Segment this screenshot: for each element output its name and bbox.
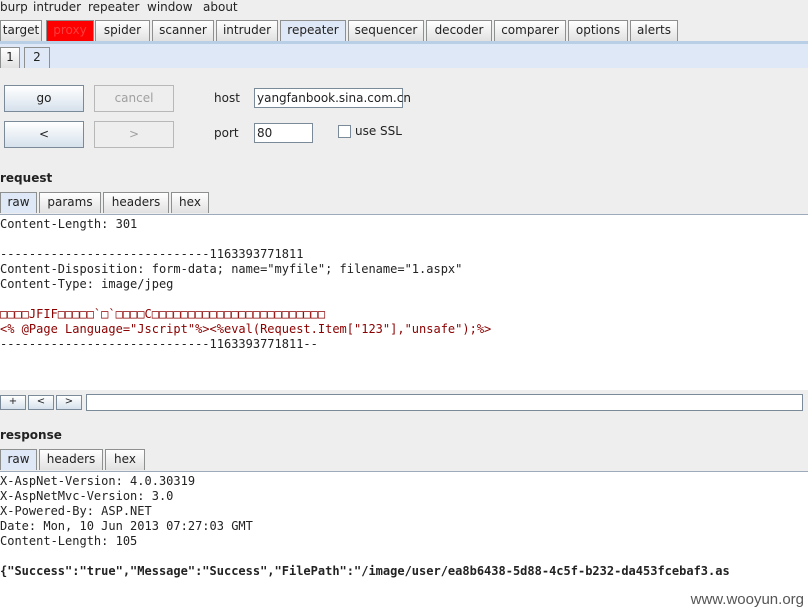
request-editor[interactable]: Content-Length: 301 --------------------… [0, 214, 808, 390]
response-line: Content-Length: 105 [0, 534, 138, 548]
request-line: Content-Type: image/jpeg [0, 277, 174, 291]
request-tab-params[interactable]: params [39, 192, 101, 213]
tab-scanner[interactable]: scanner [152, 20, 214, 41]
request-line: <% @Page Language="Jscript"%><%eval(Requ… [0, 322, 492, 336]
tab-decoder[interactable]: decoder [426, 20, 492, 41]
tab-comparer[interactable]: comparer [494, 20, 566, 41]
response-line: Date: Mon, 10 Jun 2013 07:27:03 GMT [0, 519, 253, 533]
forward-button[interactable]: > [94, 121, 174, 148]
port-input[interactable]: 80 [254, 123, 313, 143]
request-line: Content-Length: 301 [0, 217, 138, 231]
tab-options[interactable]: options [568, 20, 628, 41]
search-next-button[interactable]: > [56, 395, 82, 410]
request-title: request [0, 171, 53, 185]
host-label: host [214, 91, 240, 105]
tab-alerts[interactable]: alerts [630, 20, 678, 41]
menu-bar: burp intruder repeater window about [0, 0, 808, 16]
subtab-1[interactable]: 1 [0, 47, 20, 68]
response-tab-headers[interactable]: headers [39, 449, 103, 470]
response-line: {"Success":"true","Message":"Success","F… [0, 564, 730, 578]
host-input[interactable]: yangfanbook.sina.com.cn [254, 88, 411, 108]
request-tab-raw[interactable]: raw [0, 192, 37, 213]
tab-intruder[interactable]: intruder [216, 20, 278, 41]
menu-window[interactable]: window [147, 0, 193, 14]
search-add-button[interactable]: + [0, 395, 26, 410]
subtab-2[interactable]: 2 [24, 47, 50, 68]
back-button[interactable]: < [4, 121, 84, 148]
response-line: X-Powered-By: ASP.NET [0, 504, 152, 518]
response-editor[interactable]: X-AspNet-Version: 4.0.30319 X-AspNetMvc-… [0, 471, 808, 611]
search-prev-button[interactable]: < [28, 395, 54, 410]
tab-repeater[interactable]: repeater [280, 20, 346, 42]
menu-about[interactable]: about [203, 0, 238, 14]
port-label: port [214, 126, 239, 140]
request-tab-hex[interactable]: hex [171, 192, 209, 213]
menu-burp[interactable]: burp [0, 0, 28, 14]
request-tab-headers[interactable]: headers [103, 192, 169, 213]
response-line: X-AspNet-Version: 4.0.30319 [0, 474, 196, 488]
response-title: response [0, 428, 62, 442]
search-input[interactable] [86, 394, 803, 411]
response-tab-hex[interactable]: hex [105, 449, 145, 470]
use-ssl-checkbox[interactable] [338, 125, 351, 138]
watermark: www.wooyun.org [690, 591, 804, 608]
cancel-button[interactable]: cancel [94, 85, 174, 112]
request-line: □□□□JFIF□□□□□`□`□□□□C□□□□□□□□□□□□□□□□□□□… [0, 307, 326, 321]
request-line: -----------------------------11633937718… [0, 247, 304, 261]
tab-sequencer[interactable]: sequencer [348, 20, 424, 41]
request-line: -----------------------------11633937718… [0, 337, 318, 351]
use-ssl-label: use SSL [355, 124, 402, 138]
tab-target[interactable]: target [0, 20, 42, 41]
tab-proxy[interactable]: proxy [46, 20, 94, 41]
subtab-strip [0, 44, 808, 68]
go-button[interactable]: go [4, 85, 84, 112]
response-tab-raw[interactable]: raw [0, 449, 37, 470]
menu-intruder[interactable]: intruder [33, 0, 81, 14]
tab-spider[interactable]: spider [95, 20, 150, 41]
request-line: Content-Disposition: form-data; name="my… [0, 262, 463, 276]
response-line: X-AspNetMvc-Version: 3.0 [0, 489, 174, 503]
menu-repeater[interactable]: repeater [88, 0, 139, 14]
